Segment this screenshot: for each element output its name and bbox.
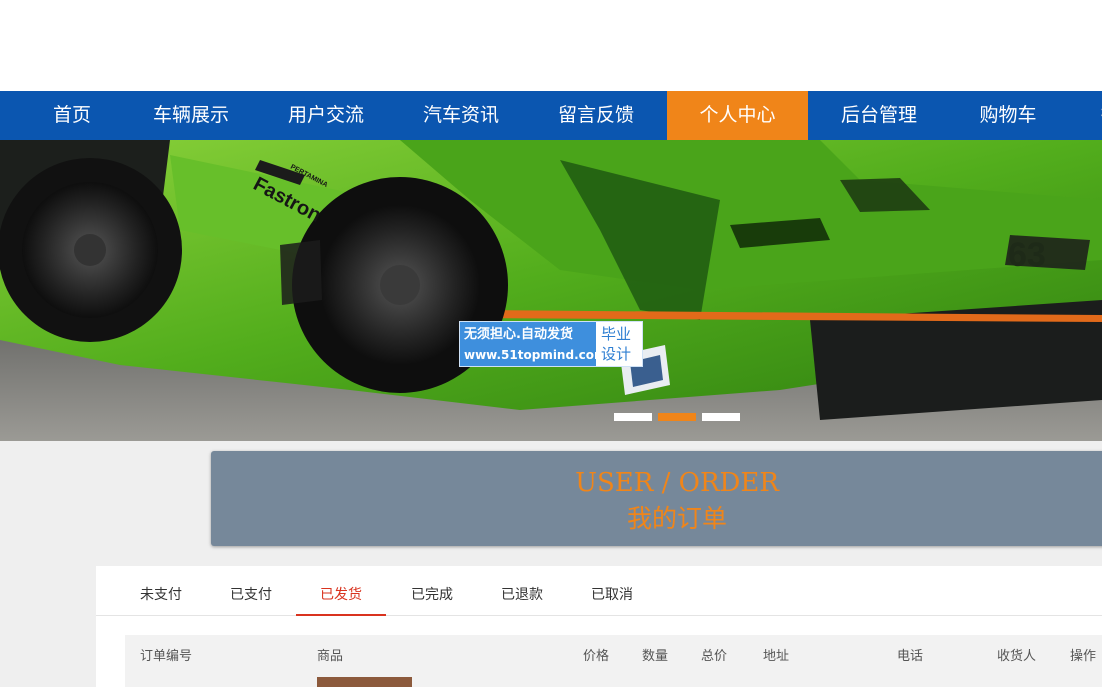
- top-header-area: [0, 0, 1102, 91]
- main-nav: 首页 车辆展示 用户交流 汽车资讯 留言反馈 个人中心 后台管理 购物车 行: [0, 91, 1102, 140]
- tab-unpaid[interactable]: 未支付: [116, 584, 206, 616]
- nav-cart[interactable]: 购物车: [970, 91, 1046, 140]
- nav-personal-center[interactable]: 个人中心: [667, 91, 808, 140]
- banner-car-number: 63: [1008, 236, 1046, 274]
- banner-car-image: Fastron PERTAMINA 63: [0, 140, 1102, 441]
- col-actions: 操作: [1070, 649, 1097, 664]
- order-title-cn: 我的订单: [626, 504, 727, 533]
- carousel-dot-2[interactable]: [658, 413, 696, 421]
- watermark-badge-1: 毕业: [601, 325, 632, 343]
- col-order-number: 订单编号: [140, 649, 193, 664]
- hero-banner[interactable]: Fastron PERTAMINA 63: [0, 140, 1102, 441]
- nav-community[interactable]: 用户交流: [278, 91, 374, 140]
- col-phone: 电话: [897, 649, 924, 664]
- carousel-dot-1[interactable]: [614, 413, 652, 421]
- tab-completed[interactable]: 已完成: [387, 584, 477, 616]
- nav-news[interactable]: 汽车资讯: [413, 91, 509, 140]
- col-total: 总价: [701, 649, 728, 664]
- watermark-line-2: www.51topmind.com: [464, 348, 607, 362]
- product-thumbnail[interactable]: [317, 677, 412, 687]
- watermark-logo: 无须担心.自动发货 www.51topmind.com 毕业 设计: [459, 321, 643, 367]
- order-status-tabs: 未支付 已支付 已发货 已完成 已退款 已取消: [96, 566, 1102, 616]
- col-address: 地址: [763, 649, 790, 664]
- tab-cancelled[interactable]: 已取消: [567, 584, 657, 616]
- col-price: 价格: [583, 649, 610, 664]
- order-table-header: 订单编号 商品 价格 数量 总价 地址 电话 收货人 操作: [125, 635, 1102, 687]
- carousel-indicators: [614, 413, 746, 421]
- col-quantity: 数量: [642, 649, 669, 664]
- nav-admin[interactable]: 后台管理: [831, 91, 927, 140]
- order-panel: 未支付 已支付 已发货 已完成 已退款 已取消 订单编号 商品 价格 数量 总价…: [96, 566, 1102, 687]
- tab-refunded[interactable]: 已退款: [477, 584, 567, 616]
- col-product: 商品: [317, 649, 344, 664]
- nav-more[interactable]: 行: [1090, 91, 1102, 140]
- tab-shipped[interactable]: 已发货: [296, 584, 386, 616]
- watermark-line-1: 无须担心.自动发货: [464, 327, 573, 342]
- order-title-en: USER / ORDER: [575, 468, 779, 498]
- order-section-header: USER / ORDER 我的订单: [211, 451, 1102, 546]
- nav-feedback[interactable]: 留言反馈: [548, 91, 644, 140]
- carousel-dot-3[interactable]: [702, 413, 740, 421]
- tab-paid[interactable]: 已支付: [206, 584, 296, 616]
- watermark-badge-2: 设计: [601, 345, 632, 363]
- col-receiver: 收货人: [997, 649, 1037, 664]
- nav-home[interactable]: 首页: [33, 91, 111, 140]
- nav-vehicles[interactable]: 车辆展示: [143, 91, 239, 140]
